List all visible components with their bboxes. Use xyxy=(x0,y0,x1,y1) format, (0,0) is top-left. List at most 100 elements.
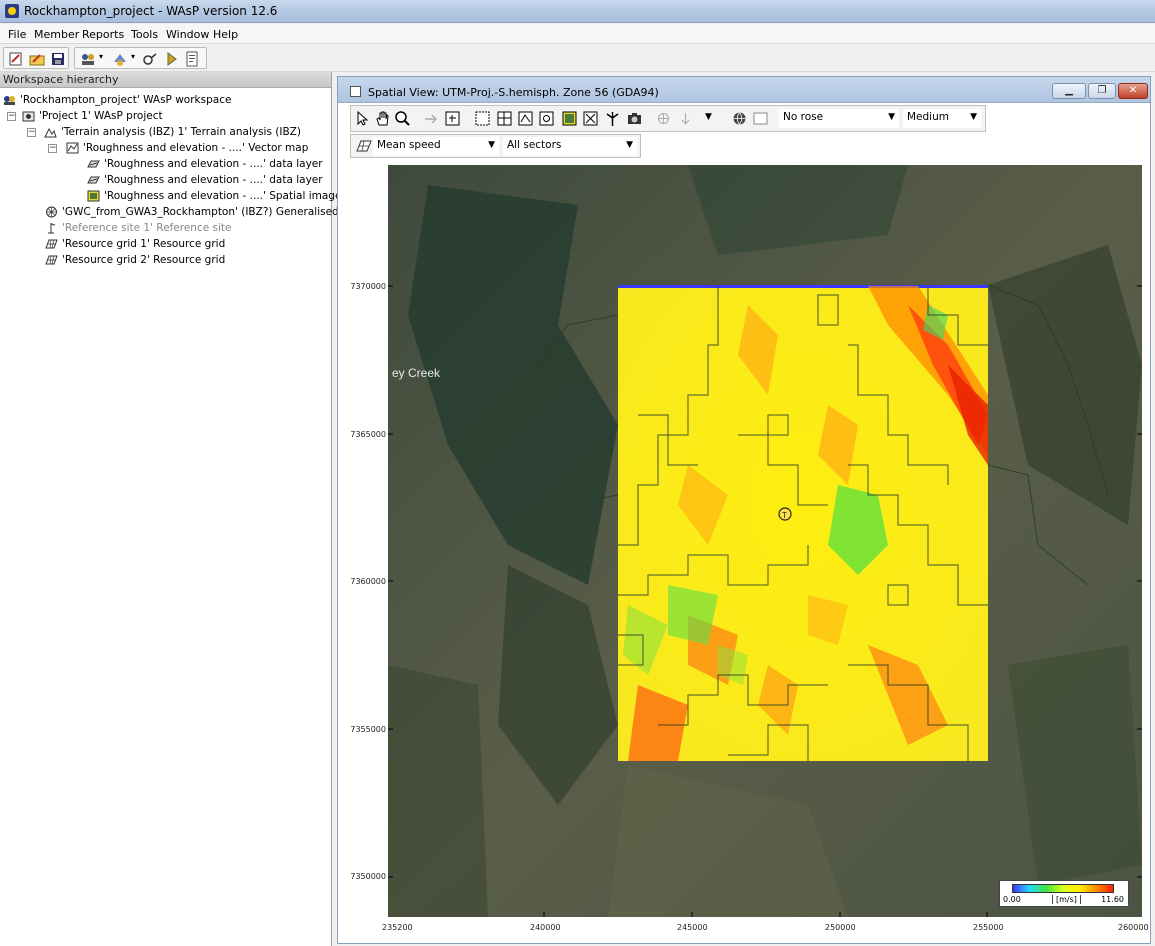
tree-item-label: 'Terrain analysis (IBZ) 1' Terrain analy… xyxy=(61,126,301,138)
x-axis-label: 255000 xyxy=(973,923,1004,932)
member-toolbar-group: ▾ ▾ xyxy=(74,47,207,69)
window-title: Rockhampton_project - WAsP version 12.6 xyxy=(24,4,278,18)
resource-grid-icon xyxy=(45,239,58,249)
workspace-hierarchy-panel: Workspace hierarchy 'Rockhampton_project… xyxy=(0,72,351,946)
sector-dropdown-value: All sectors xyxy=(507,139,562,151)
tree-item-label: 'Roughness and elevation - ....' Vector … xyxy=(83,142,309,154)
new-workspace-icon[interactable] xyxy=(7,50,25,68)
menu-window[interactable]: Window xyxy=(166,28,209,41)
main-toolbar: ▾ ▾ xyxy=(0,45,1155,72)
size-dropdown-value: Medium xyxy=(907,111,949,123)
pan-hand-icon[interactable] xyxy=(374,110,391,127)
y-axis-label: 7350000 xyxy=(350,872,386,881)
y-axis-label: 7355000 xyxy=(350,725,386,734)
chevron-down-icon[interactable]: ▾ xyxy=(131,52,135,61)
rose-disabled-icon[interactable] xyxy=(655,110,672,127)
rose-dropdown[interactable]: No rose ▼ xyxy=(779,109,899,128)
project-icon xyxy=(22,111,35,122)
chevron-down-icon: ▼ xyxy=(488,140,495,150)
chevron-down-icon[interactable]: ▾ xyxy=(99,52,103,61)
maximize-button[interactable]: ❐ xyxy=(1088,83,1116,99)
variable-dropdown[interactable]: Mean speed ▼ xyxy=(373,137,499,156)
grid-tool-icon[interactable] xyxy=(496,110,513,127)
x-axis-label: 235200 xyxy=(382,923,413,932)
reference-site-marker[interactable]: T xyxy=(778,507,792,521)
legend-max: 11.60 xyxy=(1101,895,1124,904)
tree-item-label: 'Roughness and elevation - ....' data la… xyxy=(104,174,323,186)
resource-grid-raster xyxy=(618,285,988,761)
tree-item-label: 'GWC_from_GWA3_Rockhampton' (IBZ?) Gener… xyxy=(62,206,351,218)
menu-file[interactable]: File xyxy=(8,28,26,41)
profile-tool-icon[interactable] xyxy=(517,110,534,127)
spatial-view-toolbar: ▼ No rose ▼ Medium ▼ xyxy=(350,105,986,132)
workspace-hierarchy-header: Workspace hierarchy xyxy=(0,72,331,88)
chevron-down-icon: ▼ xyxy=(626,140,633,150)
tree-item-label: 'Reference site 1' Reference site xyxy=(62,222,232,234)
legend-unit: [m/s] xyxy=(1052,895,1081,904)
arrow-down-disabled-icon[interactable] xyxy=(677,110,694,127)
spatial-map-canvas[interactable]: ey Creek T xyxy=(388,165,1142,917)
spatial-image-icon xyxy=(87,190,100,202)
turbine-tool-icon[interactable] xyxy=(604,110,621,127)
close-button[interactable]: ✕ xyxy=(1118,83,1148,99)
insert-member-icon[interactable] xyxy=(79,50,97,68)
x-axis-label: 260000 xyxy=(1118,923,1149,932)
frame-icon[interactable] xyxy=(752,110,769,127)
arrow-disabled-icon[interactable] xyxy=(422,110,439,127)
tree-item-label: 'Rockhampton_project' WAsP workspace xyxy=(20,94,232,106)
save-icon[interactable] xyxy=(49,50,67,68)
x-axis-label: 240000 xyxy=(530,923,561,932)
minimize-button[interactable]: ▁ xyxy=(1052,83,1086,99)
add-member-icon[interactable] xyxy=(111,50,129,68)
pointer-icon[interactable] xyxy=(354,110,371,127)
camera-icon[interactable] xyxy=(626,110,643,127)
legend-min: 0.00 xyxy=(1003,895,1021,904)
collapse-icon[interactable]: − xyxy=(27,128,36,137)
globe-icon[interactable] xyxy=(731,110,748,127)
title-bar: Rockhampton_project - WAsP version 12.6 xyxy=(0,0,1155,23)
sector-dropdown[interactable]: All sectors ▼ xyxy=(503,137,637,156)
generalised-wind-climate-icon xyxy=(46,206,57,218)
x-axis-label: 245000 xyxy=(677,923,708,932)
collapse-icon[interactable]: − xyxy=(7,112,16,121)
menu-bar: File Member Reports Tools Window Help xyxy=(0,24,1155,44)
x-axis-label: 250000 xyxy=(825,923,856,932)
open-workspace-icon[interactable] xyxy=(28,50,46,68)
resource-grid-icon xyxy=(356,140,372,152)
variable-dropdown-value: Mean speed xyxy=(377,139,441,151)
spatial-view-title: Spatial View: UTM-Proj.-S.hemisph. Zone … xyxy=(368,86,659,99)
menu-reports[interactable]: Reports xyxy=(82,28,124,41)
tree-item-label: 'Resource grid 1' Resource grid xyxy=(62,238,226,250)
spatial-view-variable-toolbar: Mean speed ▼ All sectors ▼ xyxy=(350,134,641,158)
y-axis-label: 7360000 xyxy=(350,577,386,586)
spatial-view-title-bar: Spatial View: UTM-Proj.-S.hemisph. Zone … xyxy=(338,77,1150,103)
workspace-icon xyxy=(4,96,15,105)
collapse-icon[interactable]: − xyxy=(48,144,57,153)
chevron-down-icon[interactable]: ▼ xyxy=(705,112,712,122)
menu-help[interactable]: Help xyxy=(213,28,238,41)
file-toolbar-group xyxy=(3,47,69,69)
terrain-analysis-icon xyxy=(44,127,57,138)
rose-dropdown-value: No rose xyxy=(783,111,824,123)
wasp-app-icon xyxy=(5,4,19,18)
run-icon[interactable] xyxy=(163,50,181,68)
tree-item-label: 'Roughness and elevation - ....' Spatial… xyxy=(104,190,342,202)
menu-tools[interactable]: Tools xyxy=(131,28,158,41)
color-scale-bar xyxy=(1012,884,1114,893)
report-icon[interactable] xyxy=(183,50,201,68)
color-scale-legend: 0.00 [m/s] 11.60 xyxy=(999,880,1129,907)
chevron-down-icon: ▼ xyxy=(970,112,977,122)
menu-member[interactable]: Member xyxy=(34,28,79,41)
calculate-icon[interactable] xyxy=(141,50,159,68)
y-axis-label: 7370000 xyxy=(350,282,386,291)
y-axis-label: 7365000 xyxy=(350,430,386,439)
zoom-icon[interactable] xyxy=(394,110,411,127)
image-layer-icon[interactable] xyxy=(561,110,578,127)
svg-text:T: T xyxy=(782,511,787,520)
vector-map-icon xyxy=(66,142,79,154)
size-dropdown[interactable]: Medium ▼ xyxy=(903,109,981,128)
data-layer-tool-icon[interactable] xyxy=(582,110,599,127)
contour-tool-icon[interactable] xyxy=(538,110,555,127)
select-rectangle-icon[interactable] xyxy=(474,110,491,127)
zoom-extent-icon[interactable] xyxy=(444,110,461,127)
